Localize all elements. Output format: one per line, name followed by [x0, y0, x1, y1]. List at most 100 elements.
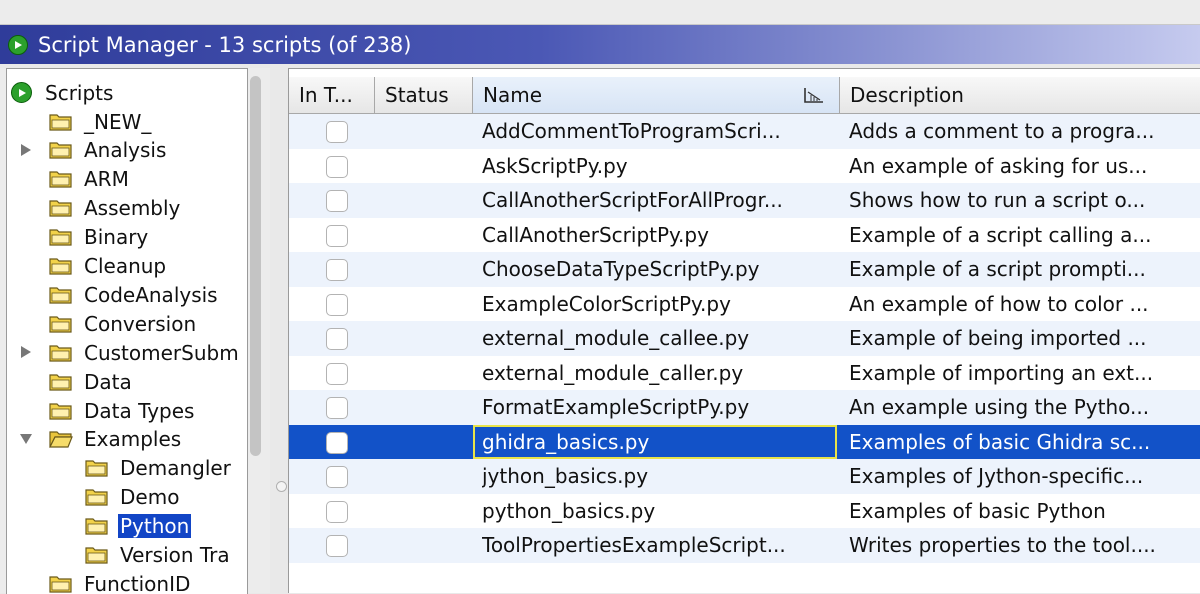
script-name-cell[interactable]: ToolPropertiesExampleScript...	[482, 528, 822, 563]
folder-icon	[85, 458, 109, 478]
folder-icon	[85, 487, 109, 507]
folder-icon	[49, 140, 73, 160]
folder-icon	[49, 285, 73, 305]
script-name-cell[interactable]: AddCommentToProgramScri...	[482, 114, 822, 149]
table-row[interactable]: python_basics.py Examples of basic Python	[289, 494, 1200, 529]
script-name-cell[interactable]: python_basics.py	[482, 494, 822, 529]
tree-item-label: FunctionID	[84, 571, 191, 594]
in-tool-checkbox[interactable]	[326, 431, 348, 454]
in-tool-checkbox[interactable]	[326, 397, 348, 419]
script-name-cell[interactable]: ghidra_basics.py	[473, 424, 837, 459]
script-name-cell[interactable]: CallAnotherScriptPy.py	[482, 218, 822, 253]
tree-item-label: CodeAnalysis	[84, 282, 218, 307]
script-description-cell[interactable]: An example using the Pytho...	[849, 390, 1200, 425]
script-name-cell[interactable]: external_module_caller.py	[482, 356, 822, 391]
tree-item[interactable]: FunctionID	[49, 569, 192, 594]
table-row[interactable]: ExampleColorScriptPy.py An example of how…	[289, 287, 1200, 322]
sort-ascending-icon	[804, 88, 823, 103]
in-tool-checkbox[interactable]	[326, 466, 348, 488]
table-row[interactable]: CallAnotherScriptForAllProgr... Shows how…	[289, 183, 1200, 218]
tree-item[interactable]: Data Types	[49, 396, 196, 425]
in-tool-checkbox[interactable]	[326, 224, 348, 247]
tree-root-scripts[interactable]: Scripts	[11, 78, 115, 107]
script-description-cell[interactable]: Examples of basic Ghidra sc...	[849, 425, 1200, 460]
in-tool-checkbox[interactable]	[326, 155, 348, 178]
tree-item[interactable]: Version Tra	[85, 541, 232, 570]
column-header-in-tool[interactable]: In T...	[289, 77, 375, 113]
script-name-cell[interactable]: ChooseDataTypeScriptPy.py	[482, 252, 822, 287]
script-description-cell[interactable]: Examples of basic Python	[849, 494, 1200, 529]
script-description-cell[interactable]: Adds a comment to a progra...	[849, 114, 1200, 149]
script-description-cell[interactable]: Example of a script calling a...	[849, 218, 1200, 253]
in-tool-checkbox[interactable]	[326, 362, 348, 385]
column-header-label: In T...	[299, 83, 353, 107]
table-row[interactable]: ChooseDataTypeScriptPy.py Example of a sc…	[289, 252, 1200, 287]
table-row[interactable]: jython_basics.py Examples of Jython-speci…	[289, 459, 1200, 494]
scripts-root-icon	[11, 82, 32, 103]
in-tool-checkbox[interactable]	[326, 121, 348, 143]
in-tool-checkbox[interactable]	[326, 328, 348, 350]
script-description-cell[interactable]: An example of asking for us...	[849, 149, 1200, 184]
folder-icon	[49, 112, 73, 132]
in-tool-checkbox[interactable]	[326, 500, 348, 523]
script-name-cell[interactable]: FormatExampleScriptPy.py	[482, 390, 822, 425]
table-row[interactable]: FormatExampleScriptPy.py An example using…	[289, 390, 1200, 425]
folder-icon	[49, 314, 73, 334]
script-description-cell[interactable]: An example of how to color ...	[849, 287, 1200, 322]
folder-icon	[49, 256, 73, 276]
tree-item[interactable]: Examples	[20, 425, 183, 454]
script-description-cell[interactable]: Shows how to run a script o...	[849, 183, 1200, 218]
tree-item[interactable]: _NEW_	[49, 107, 153, 136]
tree-item-label: Cleanup	[84, 254, 167, 278]
script-description-cell[interactable]: Example of importing an ext...	[849, 356, 1200, 391]
tree-item[interactable]: Python	[85, 512, 192, 541]
split-pane-divider-handle[interactable]	[276, 481, 287, 492]
tree-item[interactable]: Cleanup	[49, 252, 168, 281]
collapse-arrow-icon[interactable]	[19, 432, 33, 446]
expand-arrow-icon[interactable]	[19, 143, 33, 157]
script-description-cell[interactable]: Examples of Jython-specific...	[849, 459, 1200, 494]
tree-item[interactable]: CustomerSubm	[21, 338, 241, 367]
column-header-label: Name	[483, 83, 543, 107]
tree-item[interactable]: Demangler	[85, 454, 233, 483]
tree-item[interactable]: Assembly	[49, 194, 182, 223]
script-name-cell[interactable]: external_module_callee.py	[482, 321, 822, 356]
script-name-cell[interactable]: jython_basics.py	[482, 459, 822, 494]
table-row[interactable]: AddCommentToProgramScri... Adds a comment…	[289, 114, 1200, 149]
expand-arrow-icon[interactable]	[19, 345, 33, 359]
title-bar: Script Manager - 13 scripts (of 238)	[0, 25, 1200, 64]
script-name-cell[interactable]: AskScriptPy.py	[482, 149, 822, 184]
script-description-cell[interactable]: Example of a script prompti...	[849, 252, 1200, 287]
in-tool-checkbox[interactable]	[326, 293, 348, 316]
column-header-name[interactable]: Name	[473, 77, 840, 113]
column-header-description[interactable]: Description	[840, 77, 1200, 113]
tree-item-label: Python	[118, 514, 192, 539]
script-category-tree[interactable]: Scripts _NEW_ Analysis ARM Assembly Binary Cl…	[6, 68, 248, 594]
tree-item[interactable]: ARM	[49, 165, 131, 194]
tree-item-label: Conversion	[84, 311, 197, 336]
table-row[interactable]: external_module_caller.py Example of impo…	[289, 356, 1200, 391]
tree-item[interactable]: CodeAnalysis	[49, 280, 220, 309]
script-description-cell[interactable]: Example of being imported ...	[849, 321, 1200, 356]
tree-vertical-scrollbar[interactable]	[248, 76, 262, 593]
folder-icon	[49, 343, 73, 363]
script-name-cell[interactable]: CallAnotherScriptForAllProgr...	[482, 183, 822, 218]
script-description-cell[interactable]: Writes properties to the tool....	[849, 528, 1200, 563]
in-tool-checkbox[interactable]	[326, 259, 348, 281]
tree-scrollbar-thumb[interactable]	[250, 76, 261, 456]
tree-item[interactable]: Demo	[85, 483, 181, 512]
tree-item[interactable]: Analysis	[21, 136, 168, 165]
in-tool-checkbox[interactable]	[326, 190, 348, 212]
in-tool-checkbox[interactable]	[326, 535, 348, 557]
script-table-panel: In T... Status Name Description AddComme…	[288, 68, 1200, 593]
table-row[interactable]: AskScriptPy.py An example of asking for u…	[289, 149, 1200, 184]
table-row[interactable]: ToolPropertiesExampleScript... Writes pro…	[289, 528, 1200, 563]
tree-item[interactable]: Binary	[49, 223, 150, 252]
tree-item[interactable]: Conversion	[49, 309, 198, 338]
column-header-status[interactable]: Status	[375, 77, 473, 113]
table-row[interactable]: external_module_callee.py Example of bein…	[289, 321, 1200, 356]
script-name-cell[interactable]: ExampleColorScriptPy.py	[482, 287, 822, 322]
table-row[interactable]: ghidra_basics.py Examples of basic Ghidra…	[289, 424, 1200, 460]
tree-item[interactable]: Data	[49, 367, 134, 396]
table-row[interactable]: CallAnotherScriptPy.py Example of a scrip…	[289, 218, 1200, 253]
